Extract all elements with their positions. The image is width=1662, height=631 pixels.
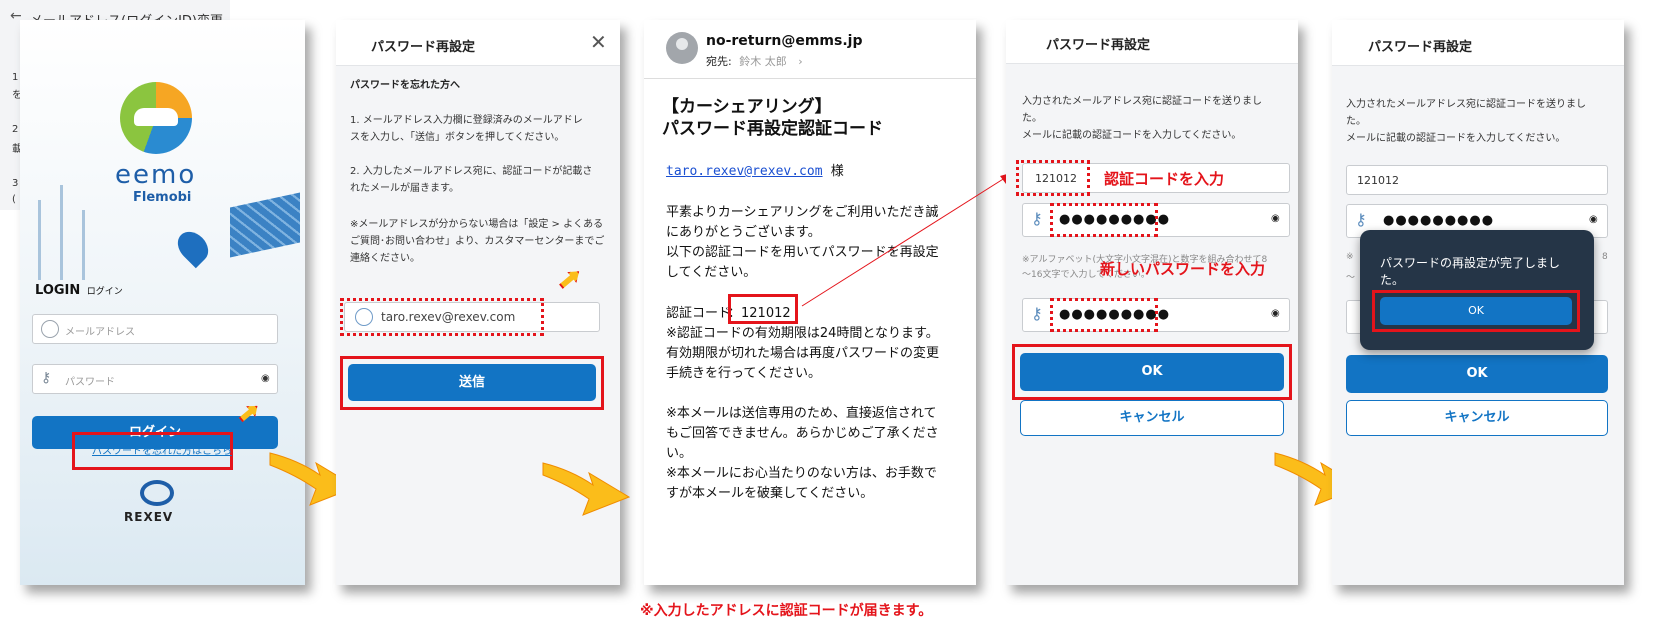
eye-icon[interactable]: ◉	[261, 373, 270, 384]
info-line: 入力されたメールアドレス宛に認証コードを送りまし	[1022, 96, 1262, 107]
email-to: 宛先: 鈴木 太郎 ›	[706, 53, 803, 69]
body-line: ※認証コードの有効期限は24時間となります。	[666, 326, 939, 341]
info-line: メールに記載の認証コードを入力してください。	[1346, 133, 1566, 144]
email-to-label: 宛先:	[706, 55, 732, 68]
page-title: パスワード再設定	[1368, 40, 1473, 55]
background-side-char: 2	[12, 124, 19, 135]
info-line: た。	[1346, 116, 1366, 127]
eye-icon[interactable]: ◉	[1271, 308, 1280, 319]
body-line: もご回答できません。あらかじめご了承くださ	[666, 426, 939, 441]
info-line: 入力されたメールアドレス宛に認証コードを送りまし	[1346, 99, 1586, 110]
user-icon	[41, 320, 59, 338]
background-side-char: 3	[12, 178, 19, 189]
code-input-value: 121012	[1357, 174, 1399, 187]
email-field[interactable]: メールアドレス	[32, 314, 278, 344]
avatar	[666, 32, 698, 64]
login-label: LOGIN ログイン	[35, 283, 123, 298]
login-label-text: LOGIN	[35, 283, 81, 298]
note-line1: ※メールアドレスが分からない場合は「設定 > よくある	[350, 219, 604, 230]
ok-button[interactable]: OK	[1346, 355, 1608, 393]
solar-panel-icon	[230, 192, 300, 258]
brand-subname: Flemobi	[133, 190, 192, 205]
background-side-char: (	[12, 194, 16, 205]
connector-line	[801, 172, 1014, 307]
new-password-annotation: 新しいパスワードを入力	[1100, 260, 1266, 278]
note-line2: ご質問･お問い合わせ」より、カスタマーセンターまでご	[350, 236, 605, 247]
verification-screen: パスワード再設定 入力されたメールアドレス宛に認証コードを送りまし た。 メール…	[1006, 20, 1298, 585]
step1-line2: スを入力し、「送信」ボタンを押してください。	[350, 132, 565, 143]
step1-line1: 1. メールアドレス入力欄に登録済みのメールアドレ	[350, 115, 583, 126]
info-line: メールに記載の認証コードを入力してください。	[1022, 130, 1242, 141]
email-to-name: 鈴木 太郎	[739, 55, 787, 68]
completion-screen: パスワード再設定 入力されたメールアドレス宛に認証コードを送りまし た。 メール…	[1332, 20, 1624, 585]
password-dots: ●●●●●●●●●	[1383, 213, 1495, 228]
body-line: してください。	[666, 265, 757, 280]
location-pin-icon	[171, 225, 215, 269]
car-icon	[134, 108, 178, 126]
dialog-ok-button[interactable]: OK	[1380, 297, 1572, 325]
key-icon: ⚷	[1031, 209, 1043, 228]
login-screen: eemo Flemobi LOGIN ログイン メールアドレス ⚷ パスワード …	[20, 20, 305, 585]
brand-name: eemo	[115, 160, 197, 190]
send-button[interactable]: 送信	[348, 364, 596, 401]
rule-fragment: ※	[1346, 252, 1354, 262]
code-input[interactable]: 121012	[1346, 165, 1608, 195]
info-line: た。	[1022, 113, 1042, 124]
key-icon: ⚷	[1031, 304, 1043, 323]
body-line: すが本メールを破棄してください。	[666, 486, 874, 501]
pointer-arrow-icon	[556, 266, 583, 292]
password-highlight	[1050, 203, 1158, 237]
body-line: 有効期限が切れた場合は再度パスワードの変更	[666, 346, 940, 361]
ok-button[interactable]: OK	[1020, 353, 1284, 391]
page-title: パスワード再設定	[371, 40, 476, 55]
step2-line2: れたメールが届きます。	[350, 183, 459, 194]
wind-turbine-icon	[82, 210, 85, 280]
email-divider	[644, 78, 976, 79]
confirm-password-highlight	[1050, 298, 1158, 332]
cancel-button[interactable]: キャンセル	[1020, 400, 1284, 436]
brand-logo	[120, 82, 192, 154]
email-caption: ※入力したアドレスに認証コードが届きます。	[640, 603, 933, 619]
body-line: ※本メールは送信専用のため、直接返信されて	[666, 406, 937, 421]
body-line: 手続きを行ってください。	[666, 366, 821, 381]
step2-line1: 2. 入力したメールアドレス宛に、認証コードが記載さ	[350, 166, 593, 177]
password-field[interactable]: ⚷ パスワード ◉	[32, 364, 278, 394]
forgot-password-link[interactable]: パスワードを忘れた方はこちら	[92, 442, 232, 457]
key-icon: ⚷	[1355, 210, 1367, 229]
background-side-char: 1	[12, 72, 19, 83]
dialog-message-line1: パスワードの再設定が完了しまし	[1380, 256, 1561, 270]
rule-fragment: 8	[1602, 252, 1608, 262]
eye-icon[interactable]: ◉	[1589, 214, 1598, 225]
rexev-logo	[140, 480, 174, 506]
email-placeholder: メールアドレス	[65, 327, 135, 338]
cancel-button[interactable]: キャンセル	[1346, 400, 1608, 436]
person-icon	[676, 38, 688, 50]
login-label-sub: ログイン	[86, 287, 123, 297]
email-from: no-return@emms.jp	[706, 33, 863, 49]
body-line: い。	[666, 446, 693, 461]
wind-turbine-icon	[60, 185, 63, 280]
password-placeholder: パスワード	[65, 377, 115, 388]
page-title: パスワード再設定	[1046, 38, 1151, 53]
chevron-right-icon: ›	[798, 55, 803, 68]
reset-heading: パスワードを忘れた方へ	[350, 80, 460, 91]
code-input-highlight	[1016, 160, 1090, 196]
company-name: REXEV	[124, 510, 174, 524]
key-icon: ⚷	[41, 370, 52, 386]
code-annotation: 認証コードを入力	[1104, 170, 1225, 188]
completion-dialog: パスワードの再設定が完了しまし た。 OK	[1360, 230, 1594, 350]
wind-turbine-icon	[38, 200, 41, 280]
email-subject-line2: パスワード再設定認証コード	[662, 119, 883, 139]
rule-fragment: ～	[1346, 273, 1356, 283]
dialog-message-line2: た。	[1380, 273, 1405, 287]
body-line: ※本メールにお心当たりのない方は、お手数で	[666, 466, 937, 481]
code-highlight	[728, 294, 798, 324]
eye-icon[interactable]: ◉	[1271, 213, 1280, 224]
email-input-highlight	[340, 298, 544, 336]
close-icon[interactable]: ✕	[590, 30, 607, 54]
note-line3: 連絡ください。	[350, 253, 420, 264]
flow-arrow-icon	[542, 462, 631, 516]
body-line: にありがとうございます。	[666, 225, 821, 240]
code-label: 認証コード	[666, 306, 732, 321]
